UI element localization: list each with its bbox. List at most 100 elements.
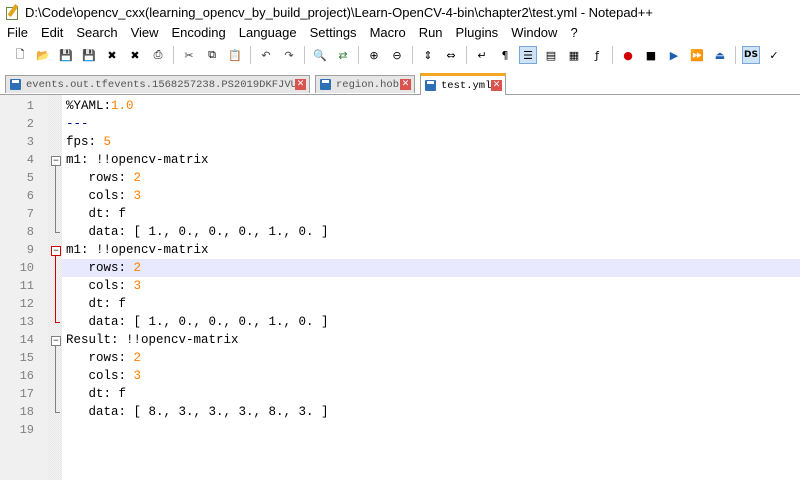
menu-bar: File Edit Search View Encoding Language Settin… <box>0 24 800 42</box>
tab-label: region.hob <box>336 78 400 91</box>
line-number: 9 <box>26 243 34 257</box>
toolbar-separator <box>466 46 467 64</box>
show-all-chars-icon[interactable]: ¶ <box>497 47 513 63</box>
record-macro-icon[interactable]: ● <box>620 47 636 63</box>
menu-help[interactable]: ? <box>563 24 583 42</box>
menu-search[interactable]: Search <box>69 24 123 42</box>
toolbar-separator <box>358 46 359 64</box>
close-tab-icon[interactable]: ✕ <box>400 79 411 90</box>
menu-file[interactable]: File <box>0 24 34 42</box>
code-line[interactable]: dt: f <box>66 385 127 403</box>
code-token: 3 <box>133 369 142 383</box>
code-line[interactable]: rows: 2 <box>66 169 142 187</box>
line-number: 3 <box>26 135 34 149</box>
code-line[interactable]: %YAML:1.0 <box>66 97 134 115</box>
code-line[interactable]: m1: !!opencv-matrix <box>66 151 209 169</box>
line-number: 10 <box>19 261 34 275</box>
code-token: rows: <box>66 171 134 185</box>
zoom-in-icon[interactable]: ⊕ <box>366 47 382 63</box>
fold-toggle-icon[interactable]: − <box>51 336 61 346</box>
line-number: 13 <box>19 315 34 329</box>
tab-test-yml[interactable]: test.yml ✕ <box>420 73 506 95</box>
tab-region-hob[interactable]: region.hob ✕ <box>315 75 415 93</box>
code-token: rows: <box>66 351 134 365</box>
word-wrap-icon[interactable]: ↵ <box>474 47 490 63</box>
code-line[interactable]: rows: 2 <box>66 349 142 367</box>
save-macro-icon[interactable]: ⏏ <box>712 47 728 63</box>
code-line[interactable]: fps: 5 <box>66 133 111 151</box>
code-line[interactable]: data: [ 1., 0., 0., 0., 1., 0. ] <box>66 223 329 241</box>
line-number: 15 <box>19 351 34 365</box>
redo-icon[interactable]: ↷ <box>281 47 297 63</box>
undo-icon[interactable]: ↶ <box>258 47 274 63</box>
fold-toggle-icon[interactable]: − <box>51 156 61 166</box>
code-line[interactable]: dt: f <box>66 295 127 313</box>
menu-macro[interactable]: Macro <box>363 24 412 42</box>
menu-window[interactable]: Window <box>504 24 563 42</box>
replace-icon[interactable]: ⇄ <box>335 47 351 63</box>
run-macro-multiple-icon[interactable]: ⏩ <box>689 47 705 63</box>
print-icon[interactable]: ⎙ <box>150 47 166 63</box>
saved-disk-icon <box>320 79 331 90</box>
function-list-icon[interactable]: ƒ <box>589 47 605 63</box>
save-all-icon[interactable]: 💾 <box>81 47 97 63</box>
menu-language[interactable]: Language <box>232 24 303 42</box>
menu-settings[interactable]: Settings <box>303 24 363 42</box>
copy-icon[interactable]: ⧉ <box>204 47 220 63</box>
code-line[interactable]: data: [ 8., 3., 3., 3., 8., 3. ] <box>66 403 329 421</box>
fold-end-marker <box>55 412 60 413</box>
tab-bar: events.out.tfevents.1568257238.PS2019DKF… <box>0 73 800 95</box>
saved-disk-icon <box>10 79 21 90</box>
fold-end-marker <box>55 232 60 233</box>
new-icon[interactable]: 🗋 <box>12 47 28 63</box>
close-tab-icon[interactable]: ✕ <box>295 79 306 90</box>
ds-icon[interactable]: DS <box>742 46 760 64</box>
menu-encoding[interactable]: Encoding <box>165 24 232 42</box>
fold-end-marker <box>55 322 60 323</box>
menu-edit[interactable]: Edit <box>34 24 69 42</box>
cut-icon[interactable]: ✂ <box>181 47 197 63</box>
code-line[interactable]: dt: f <box>66 205 127 223</box>
menu-view[interactable]: View <box>124 24 165 42</box>
code-token: dt: f <box>66 387 127 401</box>
code-token: Result: !!opencv-matrix <box>66 333 239 347</box>
line-number: 12 <box>19 297 34 311</box>
code-line[interactable]: m1: !!opencv-matrix <box>66 241 209 259</box>
code-line[interactable]: cols: 3 <box>66 367 142 385</box>
sync-v-icon[interactable]: ⇕ <box>420 47 436 63</box>
toolbar-separator <box>304 46 305 64</box>
menu-run[interactable]: Run <box>412 24 449 42</box>
code-line[interactable]: cols: 3 <box>66 277 142 295</box>
toolbar-separator <box>173 46 174 64</box>
stop-macro-icon[interactable]: ■ <box>643 47 659 63</box>
code-line[interactable]: data: [ 1., 0., 0., 0., 1., 0. ] <box>66 313 329 331</box>
paste-icon[interactable]: 📋 <box>227 47 243 63</box>
code-line[interactable]: cols: 3 <box>66 187 142 205</box>
code-token: 2 <box>133 261 142 275</box>
close-all-icon[interactable]: ✖ <box>127 47 143 63</box>
code-line[interactable]: Result: !!opencv-matrix <box>66 331 239 349</box>
close-icon[interactable]: ✖ <box>104 47 120 63</box>
indent-guide-icon[interactable]: ☰ <box>519 46 537 64</box>
doc-map-icon[interactable]: ▦ <box>566 47 582 63</box>
play-macro-icon[interactable]: ▶ <box>666 47 682 63</box>
line-number: 16 <box>19 369 34 383</box>
lang-icon[interactable]: ▤ <box>543 47 559 63</box>
code-token: 2 <box>133 171 142 185</box>
spell-check-icon[interactable]: ✓ <box>766 47 782 63</box>
zoom-out-icon[interactable]: ⊖ <box>389 47 405 63</box>
sync-h-icon[interactable]: ⇔ <box>443 47 459 63</box>
save-icon[interactable]: 💾 <box>58 47 74 63</box>
open-icon[interactable]: 📂 <box>35 47 51 63</box>
menu-plugins[interactable]: Plugins <box>449 24 505 42</box>
code-token: --- <box>66 117 89 131</box>
saved-disk-icon <box>425 80 436 91</box>
find-icon[interactable]: 🔍 <box>312 47 328 63</box>
line-number: 8 <box>26 225 34 239</box>
code-line[interactable]: rows: 2 <box>66 259 142 277</box>
fold-toggle-icon[interactable]: − <box>51 246 61 256</box>
fold-line <box>55 166 56 232</box>
tab-events-file[interactable]: events.out.tfevents.1568257238.PS2019DKF… <box>5 75 310 93</box>
close-tab-icon[interactable]: ✕ <box>491 80 502 91</box>
code-line[interactable]: --- <box>66 115 89 133</box>
